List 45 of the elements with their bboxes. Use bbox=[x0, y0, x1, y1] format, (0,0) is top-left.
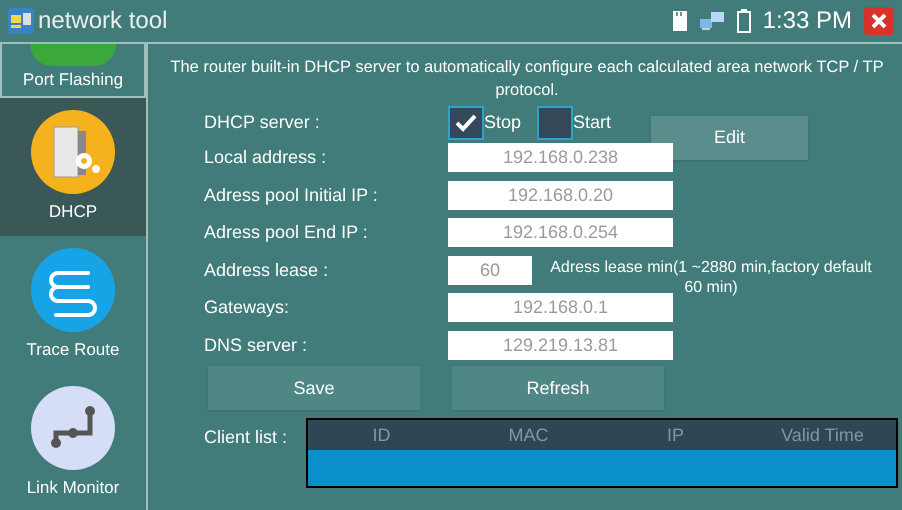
network-computers-icon bbox=[8, 8, 34, 34]
close-button[interactable] bbox=[864, 7, 894, 35]
client-list-label: Client list : bbox=[204, 426, 288, 449]
close-icon bbox=[870, 12, 888, 30]
description-text: The router built-in DHCP server to automatically configure each calculated area network TCP / TP protocol. bbox=[169, 57, 885, 101]
route-icon bbox=[30, 247, 116, 334]
field-label: DNS server : bbox=[204, 334, 308, 357]
column-header: MAC bbox=[508, 424, 550, 446]
action-button[interactable]: Refresh bbox=[452, 366, 664, 410]
column-header: ID bbox=[372, 424, 392, 446]
checkbox-option[interactable]: Start bbox=[537, 106, 612, 140]
sidebar-label: Port Flashing bbox=[22, 68, 124, 90]
column-header: Valid Time bbox=[780, 424, 865, 446]
input-field[interactable]: 192.168.0.238 bbox=[448, 143, 673, 172]
window-title: network tool bbox=[38, 6, 168, 36]
link-path-icon bbox=[30, 385, 116, 472]
action-button[interactable]: Save bbox=[208, 366, 420, 410]
sidebar-label: Link Monitor bbox=[26, 477, 120, 500]
sd-card-icon bbox=[672, 11, 687, 31]
input-field[interactable]: 192.168.0.20 bbox=[448, 180, 673, 210]
field-label: Address lease : bbox=[204, 258, 330, 282]
field-label: Adress pool Initial IP : bbox=[204, 184, 379, 207]
sidebar-item[interactable]: Link Monitor bbox=[0, 374, 146, 510]
clock-time: 1:33 PM bbox=[762, 6, 852, 36]
server-icon bbox=[30, 109, 116, 196]
checkbox[interactable] bbox=[448, 106, 484, 140]
edit-button[interactable]: Edit bbox=[651, 116, 808, 160]
sidebar-label: Trace Route bbox=[26, 339, 120, 362]
sidebar-label: DHCP bbox=[48, 201, 98, 224]
battery-icon bbox=[736, 9, 751, 33]
input-field[interactable]: 129.219.13.81 bbox=[448, 330, 673, 360]
input-field[interactable]: 60 bbox=[448, 256, 532, 285]
column-header: IP bbox=[666, 424, 685, 446]
checkbox[interactable] bbox=[537, 106, 574, 140]
field-label: Adress pool End IP : bbox=[204, 221, 369, 244]
sidebar-item[interactable]: Trace Route bbox=[0, 236, 146, 374]
network-icon bbox=[698, 11, 725, 31]
checkbox-option[interactable]: Stop bbox=[448, 106, 522, 140]
check-icon bbox=[455, 114, 477, 132]
field-label: Local address : bbox=[204, 146, 328, 170]
field-label: Gateways: bbox=[204, 296, 290, 320]
field-label: DHCP server : bbox=[204, 111, 321, 134]
sidebar-item[interactable]: DHCP bbox=[0, 98, 146, 236]
input-field[interactable]: 192.168.0.254 bbox=[448, 218, 673, 248]
input-field[interactable]: 192.168.0.1 bbox=[448, 293, 673, 322]
